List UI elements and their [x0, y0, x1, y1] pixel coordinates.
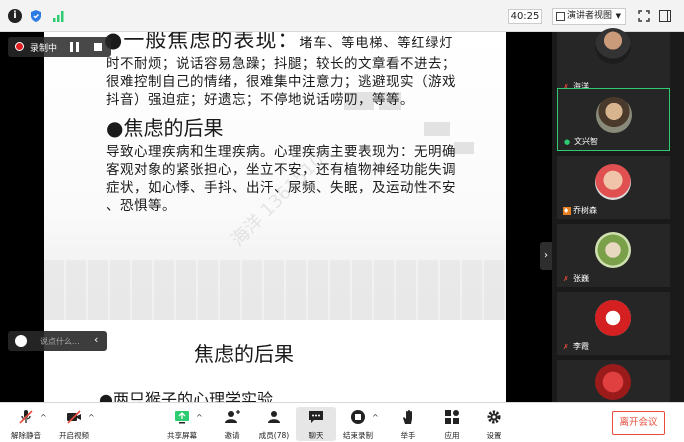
- chevron-up-icon[interactable]: ^: [40, 413, 47, 422]
- slide-text-line: 很难控制自己的情绪，很难集中注意力；逃避现实（游戏: [106, 74, 456, 90]
- meeting-toolbar: 解除静音 ^ 开启视频 ^ 共享屏幕 ^ 邀请 成员(78) 聊天 结束录制 ^…: [0, 402, 684, 442]
- recording-label: 录制中: [30, 44, 58, 54]
- share-label: 共享屏幕: [167, 431, 197, 440]
- top-bar: i 40:25 演讲者视图 ▼: [0, 0, 684, 32]
- avatar: [595, 164, 631, 200]
- participant-name: ✗ 张巍: [563, 274, 589, 283]
- members-button[interactable]: 成员(78): [254, 407, 294, 441]
- host-badge-icon: ♦: [563, 207, 571, 215]
- slide-floor: [44, 260, 506, 320]
- recording-indicator: 录制中: [8, 37, 111, 57]
- slide-subtitle: 焦虑的后果: [194, 342, 294, 366]
- avatar: [595, 364, 631, 400]
- apps-icon: [445, 410, 459, 424]
- slide-decoration: [454, 142, 474, 154]
- chat-icon: [309, 411, 323, 423]
- chevron-up-icon[interactable]: ^: [88, 413, 95, 422]
- share-screen-icon: [175, 411, 189, 424]
- end-recording-label: 结束录制: [343, 431, 373, 440]
- participant-tile[interactable]: ♦ 乔树森: [557, 156, 670, 219]
- chat-quick-input[interactable]: 说点什么... ‹: [8, 331, 107, 351]
- gallery-collapse-button[interactable]: ›: [540, 242, 552, 270]
- participant-tile[interactable]: ✗ 海洋: [557, 28, 670, 95]
- chevron-down-icon: ▼: [615, 12, 621, 20]
- avatar: [595, 300, 631, 336]
- stop-icon[interactable]: [94, 43, 102, 51]
- slide-text-line: 时不耐烦；说话容易急躁；抖腿；较长的文章看不进去；: [106, 56, 456, 72]
- presentation-slide: ●一般焦虑的表现：堵车、等电梯、等红绿灯 时不耐烦；说话容易急躁；抖腿；较长的文…: [44, 32, 506, 402]
- participant-tile[interactable]: ✗ 李霞: [557, 292, 670, 355]
- video-button[interactable]: 开启视频 ^: [54, 407, 95, 441]
- record-dot-icon: [15, 42, 24, 51]
- chevron-left-icon[interactable]: ‹: [94, 333, 98, 346]
- apps-button[interactable]: 应用: [432, 407, 472, 441]
- unmute-label: 解除静音: [11, 431, 41, 440]
- chat-button[interactable]: 聊天: [296, 407, 336, 441]
- slide-text-line: 抖音）强迫症；好遗忘；不停地说话唠叨，等等。: [106, 92, 414, 108]
- slide-monkey-experiment: ●两只猴子的心理学实验: [99, 390, 273, 402]
- add-user-icon: [225, 410, 240, 423]
- participant-name: ✗ 李霞: [563, 342, 589, 351]
- meeting-timer: 40:25: [508, 9, 542, 24]
- participant-tile[interactable]: ✗ 张巍: [557, 224, 670, 287]
- gear-icon: [487, 410, 501, 424]
- slide-text-line: 、恐惧等。: [106, 198, 176, 214]
- slide-heading-rest: 堵车、等电梯、等红绿灯: [299, 36, 454, 51]
- chevron-up-icon[interactable]: ^: [372, 413, 379, 422]
- stop-record-icon: [351, 410, 365, 424]
- slide-heading-general-anxiety: ●一般焦虑的表现：堵车、等电梯、等红绿灯: [104, 32, 453, 54]
- pause-icon[interactable]: [70, 42, 79, 52]
- participant-tile-active-speaker[interactable]: ● 文兴智: [557, 88, 670, 151]
- avatar: [595, 232, 631, 268]
- participant-gallery: ✗ 海洋 ● 文兴智 ♦ 乔树森 ✗ 张巍 ✗ 李霞: [552, 28, 684, 402]
- members-icon: [268, 411, 280, 423]
- slide-heading-consequences: ●焦虑的后果: [106, 116, 224, 140]
- avatar: [595, 28, 631, 64]
- mic-icon: ●: [564, 138, 571, 146]
- mic-muted-icon: [19, 410, 33, 424]
- unmute-button[interactable]: 解除静音 ^: [6, 407, 47, 441]
- slide-text-line: 导致心理疾病和生理疾病。心理疾病主要表现为：无明确: [106, 144, 456, 160]
- hand-icon: [403, 410, 412, 424]
- signal-icon[interactable]: [52, 9, 66, 23]
- chevron-up-icon[interactable]: ^: [196, 413, 203, 422]
- participant-name: ● 文兴智: [564, 137, 598, 146]
- fullscreen-icon[interactable]: [638, 10, 650, 22]
- layout-toggle-icon[interactable]: [659, 10, 671, 22]
- participant-name: ♦ 乔树森: [563, 206, 597, 215]
- slide-decoration: [424, 122, 450, 136]
- mic-muted-icon: ✗: [563, 275, 569, 283]
- settings-label: 设置: [486, 431, 502, 440]
- settings-button[interactable]: 设置: [474, 407, 514, 441]
- info-icon[interactable]: i: [8, 9, 22, 23]
- video-off-icon: [67, 410, 81, 424]
- share-screen-button[interactable]: 共享屏幕 ^: [162, 407, 203, 441]
- invite-button[interactable]: 邀请: [212, 407, 252, 441]
- shield-icon[interactable]: [29, 9, 43, 23]
- avatar: [596, 97, 632, 133]
- chat-placeholder[interactable]: 说点什么...: [40, 336, 80, 347]
- raise-hand-button[interactable]: 举手: [388, 407, 428, 441]
- emoji-icon[interactable]: [15, 335, 27, 347]
- leave-meeting-button[interactable]: 离开会议: [612, 411, 665, 435]
- view-mode-select[interactable]: 演讲者视图 ▼: [552, 8, 626, 25]
- view-mode-label: 演讲者视图: [567, 11, 613, 21]
- view-grid-icon: [556, 12, 565, 21]
- mic-muted-icon: ✗: [563, 343, 569, 351]
- slide-heading-main: 一般焦虑的表现：: [123, 32, 300, 52]
- end-recording-button[interactable]: 结束录制 ^: [338, 407, 379, 441]
- video-label: 开启视频: [59, 431, 89, 440]
- participant-tile[interactable]: [557, 360, 670, 402]
